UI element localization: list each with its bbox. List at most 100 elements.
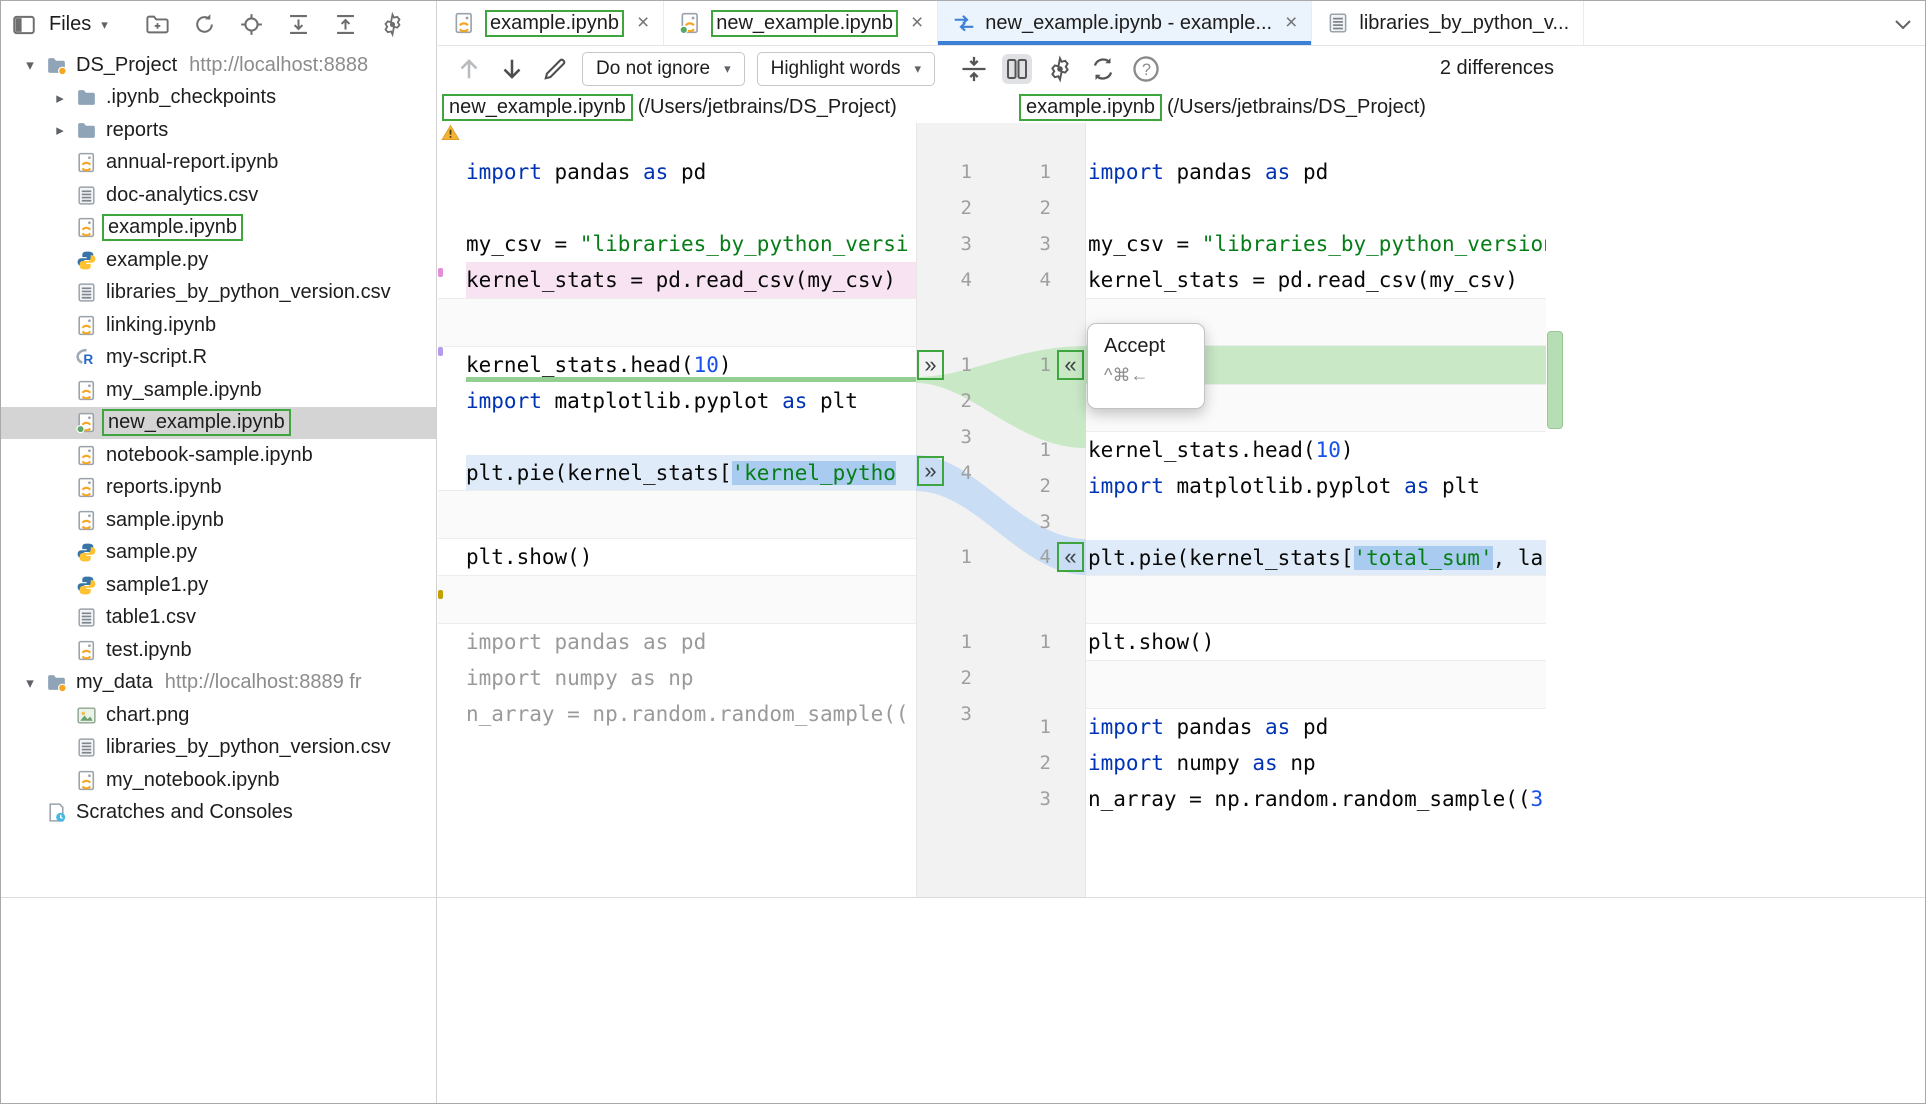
tree-item-label: notebook-sample.ipynb — [106, 444, 313, 467]
line-number: 2 — [944, 190, 972, 226]
edge-change-marker — [438, 590, 443, 599]
tree-item-my-data[interactable]: ▾my_datahttp://localhost:8889 fr — [1, 667, 436, 700]
line-number: 1 — [1023, 347, 1051, 383]
notebook-icon — [75, 216, 98, 239]
tree-item-notebook-sample-ipynb[interactable]: notebook-sample.ipynb — [1, 439, 436, 472]
settings-button[interactable] — [379, 11, 406, 38]
edit-source-icon[interactable] — [540, 54, 570, 84]
tree-item-ipynb-checkpoints[interactable]: ▸ .ipynb_checkpoints — [1, 82, 436, 115]
warning-icon[interactable] — [441, 124, 460, 141]
tree-item-table1-csv[interactable]: table1.csv — [1, 602, 436, 635]
code-line: import pandas as pd — [1086, 154, 1546, 190]
tree-item-my-script-r[interactable]: Rmy-script.R — [1, 342, 436, 375]
tab-new-example-ipynb[interactable]: new_example.ipynb× — [664, 1, 938, 45]
tooltip-title: Accept — [1104, 335, 1188, 358]
tree-item-reports[interactable]: ▸reports — [1, 114, 436, 147]
code-line: n_array = np.random.random_sample(( — [466, 696, 916, 732]
collapse-unchanged-icon[interactable] — [959, 54, 989, 84]
tree-item-ds-project[interactable]: ▾DS_Projecthttp://localhost:8888 — [1, 49, 436, 82]
ignore-policy-button[interactable]: Do not ignore ▾ — [582, 52, 745, 86]
apply-change-right-button[interactable]: » — [917, 350, 944, 380]
chevron-right-icon[interactable]: ▸ — [45, 89, 75, 107]
highlight-policy-button[interactable]: Highlight words ▾ — [757, 52, 935, 86]
line-number: 2 — [1023, 745, 1051, 781]
tree-item-my-notebook-ipynb[interactable]: my_notebook.ipynb — [1, 764, 436, 797]
tree-item-libraries-by-python-version-csv[interactable]: libraries_by_python_version.csv — [1, 277, 436, 310]
tree-item-label: sample1.py — [106, 574, 208, 597]
code-line: n_array = np.random.random_sample((3, — [1086, 781, 1546, 817]
close-tab-icon[interactable]: × — [911, 11, 923, 35]
close-tab-icon[interactable]: × — [1285, 11, 1297, 35]
file-tree: ▾DS_Projecthttp://localhost:8888▸.ipynb_… — [1, 49, 436, 829]
tree-item-label: sample.py — [106, 541, 197, 564]
ide-window: Files ▾ ▾DS_Projecthttp://localhost:8888… — [0, 0, 1926, 1104]
edge-change-marker — [438, 347, 443, 356]
apply-change-left-button[interactable]: « — [1057, 350, 1084, 380]
right-diff-pane[interactable]: import pandas as pdmy_csv = "libraries_b… — [1086, 123, 1546, 897]
tree-item-chart-png[interactable]: chart.png — [1, 699, 436, 732]
tab-new-example-ipynb-example[interactable]: new_example.ipynb - example...× — [938, 1, 1312, 45]
chevron-down-icon[interactable]: ▾ — [101, 17, 108, 33]
tree-item-label: annual-report.ipynb — [106, 151, 278, 174]
tab-overflow-chevron-icon[interactable] — [1891, 12, 1915, 36]
tree-item-doc-analytics-csv[interactable]: doc-analytics.csv — [1, 179, 436, 212]
tree-item-test-ipynb[interactable]: test.ipynb — [1, 634, 436, 667]
tree-item-sample-py[interactable]: sample.py — [1, 537, 436, 570]
sync-button[interactable] — [191, 11, 218, 38]
code-line: kernel_stats = pd.read_csv(my_csv) — [1086, 262, 1546, 298]
code-line: my_csv = "libraries_by_python_versi — [466, 226, 916, 262]
notebook-dot-icon — [75, 411, 98, 434]
tree-item-example-ipynb[interactable]: example.ipynb — [1, 212, 436, 245]
tree-item-label: DS_Project — [76, 54, 177, 77]
left-diff-pane[interactable]: import pandas as pdmy_csv = "libraries_b… — [438, 123, 916, 897]
image-icon — [75, 704, 98, 727]
apply-change-right-button[interactable]: » — [917, 456, 944, 486]
tree-item-annual-report-ipynb[interactable]: annual-report.ipynb — [1, 147, 436, 180]
tree-item-label: .ipynb_checkpoints — [106, 86, 276, 109]
tree-item-new-example-ipynb[interactable]: new_example.ipynb — [1, 407, 436, 440]
chevron-down-icon[interactable]: ▾ — [15, 56, 45, 74]
add-folder-button[interactable] — [144, 11, 171, 38]
tree-item-sample1-py[interactable]: sample1.py — [1, 569, 436, 602]
tree-item-my-sample-ipynb[interactable]: my_sample.ipynb — [1, 374, 436, 407]
diff-settings-icon[interactable] — [1045, 54, 1075, 84]
tree-item-sample-ipynb[interactable]: sample.ipynb — [1, 504, 436, 537]
tree-item-libraries-by-python-version-csv[interactable]: libraries_by_python_version.csv — [1, 732, 436, 765]
diff-icon — [952, 11, 976, 35]
collapse-all-button[interactable] — [332, 11, 359, 38]
line-number: 4 — [1023, 262, 1051, 298]
help-icon[interactable]: ? — [1131, 54, 1161, 84]
expand-all-button[interactable] — [285, 11, 312, 38]
highlight-policy-label: Highlight words — [771, 58, 901, 80]
line-number: 3 — [944, 419, 972, 455]
swap-sides-icon[interactable] — [1088, 54, 1118, 84]
tree-item-example-py[interactable]: example.py — [1, 244, 436, 277]
accept-tooltip: Accept ^⌘← — [1087, 323, 1205, 409]
line-number: 2 — [1023, 190, 1051, 226]
tree-item-label: test.ipynb — [106, 639, 192, 662]
tooltip-shortcut: ^⌘← — [1104, 365, 1188, 386]
insert-change-marker[interactable] — [1547, 331, 1563, 429]
tree-item-linking-ipynb[interactable]: linking.ipynb — [1, 309, 436, 342]
tool-window-icon[interactable] — [11, 12, 37, 38]
tab-libraries-by-python-v[interactable]: libraries_by_python_v... — [1312, 1, 1584, 45]
left-file-name: new_example.ipynb — [442, 94, 633, 121]
tab-example-ipynb[interactable]: example.ipynb× — [438, 1, 664, 45]
tree-item-reports-ipynb[interactable]: reports.ipynb — [1, 472, 436, 505]
files-title[interactable]: Files — [49, 13, 91, 36]
left-file-path: (/Users/jetbrains/DS_Project) — [638, 96, 897, 119]
tree-item-label: sample.ipynb — [106, 509, 224, 532]
svg-text:?: ? — [1142, 60, 1151, 78]
tree-item-label: Scratches and Consoles — [76, 801, 293, 824]
apply-change-left-button[interactable]: « — [1057, 542, 1084, 572]
next-difference-icon[interactable] — [497, 54, 527, 84]
chevron-right-icon[interactable]: ▸ — [45, 121, 75, 139]
tree-item-scratches-and-consoles[interactable]: Scratches and Consoles — [1, 797, 436, 830]
notebook-icon — [75, 151, 98, 174]
code-line: import numpy as np — [466, 660, 916, 696]
locate-button[interactable] — [238, 11, 265, 38]
chevron-down-icon[interactable]: ▾ — [15, 674, 45, 692]
close-tab-icon[interactable]: × — [637, 11, 649, 35]
cell-separator — [438, 490, 916, 539]
side-by-side-layout-icon[interactable] — [1002, 54, 1032, 84]
